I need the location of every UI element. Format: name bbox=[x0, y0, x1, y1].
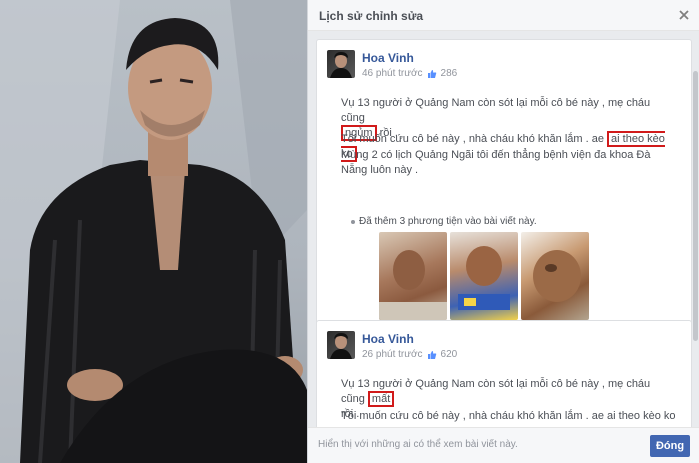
media-photo[interactable] bbox=[450, 232, 518, 320]
media-added-note: Đã thêm 3 phương tiện vào bài viết này. bbox=[351, 216, 537, 227]
media-photo[interactable] bbox=[521, 232, 589, 320]
text-segment: Vụ 13 người ở Quảng Nam còn sót lại mỗi … bbox=[341, 97, 651, 124]
post-time[interactable]: 26 phút trước bbox=[362, 349, 423, 360]
dialog-title: Lịch sử chỉnh sửa bbox=[319, 9, 424, 23]
edit-entry: Hoa Vinh 26 phút trước 620 Vụ 13 người ở… bbox=[316, 320, 692, 427]
portrait-photo bbox=[0, 0, 307, 463]
like-icon bbox=[427, 69, 436, 78]
edit-history-list: Hoa Vinh 46 phút trước 286 Vụ 13 người ở… bbox=[308, 31, 699, 427]
media-note-text: Đã thêm 3 phương tiện vào bài viết này. bbox=[359, 216, 537, 227]
post-text: Tôi muốn cứu cô bé này , nhà cháu khó kh… bbox=[341, 409, 676, 427]
highlighted-word: mất bbox=[367, 391, 395, 407]
post-meta: 46 phút trước 286 bbox=[362, 68, 457, 79]
like-count[interactable]: 620 bbox=[441, 349, 458, 360]
text-segment: Mùng 2 có lịch Quảng Ngãi tôi đến thẳng … bbox=[341, 149, 651, 176]
like-icon bbox=[427, 350, 436, 359]
visibility-note: Hiển thị với những ai có thể xem bài viế… bbox=[318, 439, 518, 450]
close-icon[interactable] bbox=[678, 9, 690, 21]
avatar[interactable] bbox=[327, 331, 355, 359]
text-segment: Tôi muốn cứu cô bé này , nhà cháu khó kh… bbox=[341, 133, 604, 145]
avatar[interactable] bbox=[327, 50, 355, 78]
media-photo[interactable] bbox=[379, 232, 447, 320]
bullet-icon bbox=[351, 219, 355, 224]
edit-entry: Hoa Vinh 46 phút trước 286 Vụ 13 người ở… bbox=[316, 39, 692, 329]
post-meta: 26 phút trước 620 bbox=[362, 349, 457, 360]
like-count[interactable]: 286 bbox=[441, 68, 458, 79]
author-name[interactable]: Hoa Vinh bbox=[362, 51, 414, 65]
post-time[interactable]: 46 phút trước bbox=[362, 68, 423, 79]
dialog-header: Lịch sử chỉnh sửa bbox=[308, 0, 699, 31]
scrollbar[interactable] bbox=[692, 31, 699, 427]
dialog-footer: Hiển thị với những ai có thể xem bài viế… bbox=[308, 427, 699, 463]
scrollbar-thumb[interactable] bbox=[693, 71, 698, 341]
post-text: Mùng 2 có lịch Quảng Ngãi tôi đến thẳng … bbox=[341, 148, 676, 178]
author-name[interactable]: Hoa Vinh bbox=[362, 332, 414, 346]
edit-history-dialog: Lịch sử chỉnh sửa Hoa Vinh 46 phút trước… bbox=[307, 0, 699, 463]
text-segment: Tôi muốn cứu cô bé này , nhà cháu khó kh… bbox=[341, 410, 676, 427]
close-button[interactable]: Đóng bbox=[650, 435, 690, 457]
